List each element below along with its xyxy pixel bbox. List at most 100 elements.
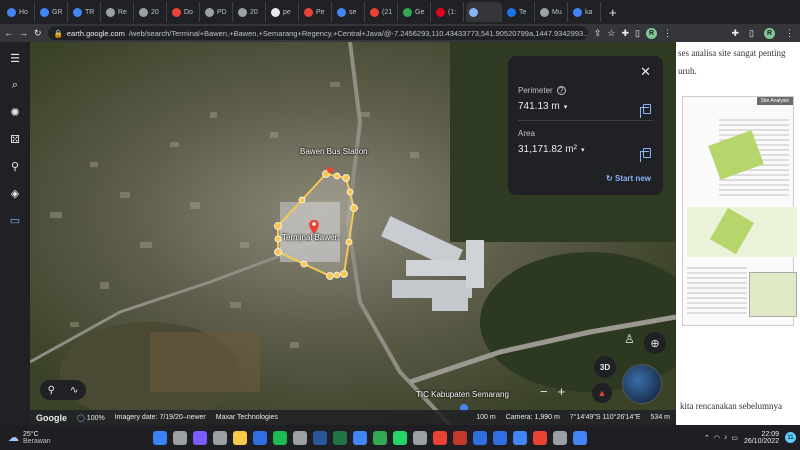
tab-favicon-icon	[469, 7, 478, 17]
extensions-puzzle-icon[interactable]: ✚	[732, 28, 740, 39]
area-unit-dropdown-icon[interactable]: ▾	[581, 146, 585, 154]
path-icon[interactable]: ∿	[70, 385, 78, 396]
taskbar-app-icon[interactable]	[493, 430, 507, 445]
clock[interactable]: 22:09 26/10/2022	[744, 431, 779, 445]
taskbar-app-icon[interactable]	[293, 430, 307, 445]
menu-kebab-icon[interactable]: ⋮	[785, 28, 794, 39]
browser-tab[interactable]: (21	[367, 2, 398, 22]
taskbar-app-icon[interactable]	[573, 430, 587, 445]
taskbar-app-icon[interactable]	[353, 430, 367, 445]
earth-left-rail: ☰ ⌕ ✺ ⚄ ⚲ ◈ ▭	[0, 42, 30, 425]
weather-widget[interactable]: ☁ 25°C Berawan	[0, 431, 140, 445]
taskbar-app-icon[interactable]	[413, 430, 427, 445]
battery-icon[interactable]: ▭	[731, 434, 738, 442]
address-bar[interactable]: 🔒 earth.google.com/web/search/Terminal+B…	[47, 26, 588, 40]
taskbar-app-icon[interactable]	[513, 430, 527, 445]
menu-kebab-icon[interactable]: ⋮	[663, 28, 672, 39]
tab-title: (1:	[448, 8, 457, 16]
tray-chevron-icon[interactable]: ⌃	[704, 434, 710, 442]
taskbar-app-icon[interactable]	[153, 430, 167, 445]
sidepanel-icon[interactable]: ▯	[635, 28, 640, 39]
taskbar-app-icon[interactable]	[333, 430, 347, 445]
zoom-in-icon[interactable]: +	[558, 384, 566, 402]
browser-tab[interactable]: 20	[136, 2, 167, 22]
scale-bar[interactable]: 100 m	[476, 414, 495, 421]
browser-tab[interactable]: 20	[235, 2, 266, 22]
copy-perimeter-icon[interactable]	[640, 104, 651, 118]
taskbar-app-icon[interactable]	[553, 430, 567, 445]
tab-favicon-icon	[73, 7, 82, 17]
browser-tab[interactable]: pe	[268, 2, 299, 22]
tab-title: (21	[382, 8, 393, 16]
taskbar-app-icon[interactable]	[193, 430, 207, 445]
taskbar-app-icon[interactable]	[453, 430, 467, 445]
close-icon[interactable]: ✕	[640, 64, 651, 80]
tab-favicon-icon	[172, 7, 181, 17]
wifi-icon[interactable]: ◠	[714, 434, 720, 442]
browser-tab[interactable]: Do	[169, 2, 200, 22]
taskbar-app-icon[interactable]	[253, 430, 267, 445]
back-icon[interactable]: ←	[4, 28, 13, 38]
label-bawen-bus-station[interactable]: Bawen Bus Station	[300, 147, 368, 156]
point-pin-icon[interactable]: ⚲	[48, 385, 55, 396]
globe-icon[interactable]	[622, 364, 662, 404]
perimeter-row: 741.13 m ▾	[518, 101, 653, 112]
search-icon[interactable]: ⌕	[12, 79, 18, 92]
perimeter-value: 741.13 m	[518, 101, 560, 112]
feeling-lucky-dice-icon[interactable]: ⚄	[10, 133, 20, 146]
taskbar-app-icon[interactable]	[313, 430, 327, 445]
browser-tab[interactable]: (1:	[433, 2, 464, 22]
projects-pin-icon[interactable]: ⚲	[11, 160, 19, 173]
compass-icon[interactable]: ▲	[592, 383, 612, 403]
label-terminal-bawen[interactable]: Terminal Bawen	[282, 233, 339, 242]
profile-avatar[interactable]: R	[646, 27, 657, 39]
browser-tab[interactable]: Mu	[537, 2, 568, 22]
browser-tab[interactable]: Te	[504, 2, 535, 22]
reload-icon[interactable]: ↻	[34, 28, 42, 39]
3d-toggle-button[interactable]: 3D	[594, 356, 616, 378]
browser-tab[interactable]: Ho	[4, 2, 35, 22]
taskbar-app-icon[interactable]	[213, 430, 227, 445]
imagery-date[interactable]: Imagery date: 7/19/20–newer	[115, 414, 206, 421]
help-icon[interactable]: ?	[556, 86, 566, 95]
browser-tab[interactable]: GR	[37, 2, 68, 22]
unit-dropdown-icon[interactable]: ▾	[564, 103, 568, 111]
browser-tab[interactable]: TR	[70, 2, 101, 22]
browser-tab[interactable]: Ge	[400, 2, 431, 22]
sidepanel-icon[interactable]: ▯	[749, 28, 754, 39]
volume-icon[interactable]: ♪	[724, 434, 728, 441]
voyager-icon[interactable]: ✺	[10, 106, 19, 119]
copy-area-icon[interactable]	[640, 148, 651, 162]
extensions-icon[interactable]: ✚	[622, 28, 630, 39]
browser-tab[interactable]: ka	[570, 2, 601, 22]
taskbar-app-icon[interactable]	[433, 430, 447, 445]
browser-tab[interactable]: PD	[202, 2, 233, 22]
taskbar-app-icon[interactable]	[393, 430, 407, 445]
measure-ruler-icon[interactable]: ▭	[10, 214, 20, 227]
new-tab-button[interactable]: +	[609, 5, 617, 20]
share-icon[interactable]: ⇪	[594, 28, 602, 39]
area-label: Area	[518, 129, 535, 138]
label-tic-kabupaten-semarang[interactable]: TIC Kabupaten Semarang	[416, 390, 509, 399]
menu-hamburger-icon[interactable]: ☰	[10, 52, 20, 65]
map-style-layers-icon[interactable]: ◈	[11, 187, 19, 200]
browser-tab[interactable]	[466, 2, 502, 22]
doc-profile-avatar[interactable]: R	[764, 27, 775, 39]
forward-icon[interactable]: →	[19, 28, 28, 38]
my-location-icon[interactable]: ⊕	[644, 332, 666, 354]
taskbar-app-icon[interactable]	[173, 430, 187, 445]
zoom-out-icon[interactable]: −	[540, 384, 548, 402]
start-new-button[interactable]: ↻ Start new	[606, 174, 651, 183]
taskbar-app-icon[interactable]	[473, 430, 487, 445]
tab-favicon-icon	[40, 7, 49, 17]
bookmark-star-icon[interactable]: ☆	[607, 28, 615, 39]
taskbar-app-icon[interactable]	[273, 430, 287, 445]
browser-tab[interactable]: Re	[103, 2, 134, 22]
taskbar-app-icon[interactable]	[373, 430, 387, 445]
taskbar-app-icon[interactable]	[233, 430, 247, 445]
browser-tab[interactable]: se	[334, 2, 365, 22]
pegman-icon[interactable]: ♙	[624, 332, 642, 350]
taskbar-app-icon[interactable]	[533, 430, 547, 445]
notification-badge[interactable]: 11	[785, 432, 796, 443]
browser-tab[interactable]: Pe	[301, 2, 332, 22]
